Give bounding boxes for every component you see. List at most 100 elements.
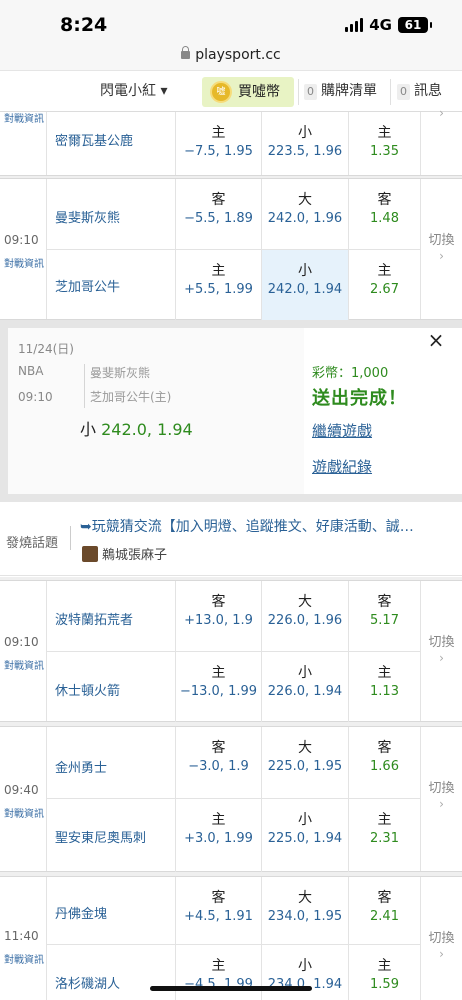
matchup-info-link[interactable]: 對戰資訊: [4, 110, 44, 125]
continue-game-link[interactable]: 繼續遊戲: [312, 420, 372, 441]
nav-divider: [390, 79, 391, 105]
moneyline-cell[interactable]: 主 2.31: [348, 799, 420, 872]
spread-cell[interactable]: 主 −13.0, 1.99: [175, 652, 261, 722]
game-time-col: 11:40 對戰資訊: [0, 877, 47, 1000]
submit-success-message: 送出完成！: [312, 388, 407, 409]
total-cell-selected[interactable]: 小 242.0, 1.94: [261, 250, 348, 320]
moneyline-cell[interactable]: 客 1.66: [348, 727, 420, 798]
switch-button[interactable]: ›: [420, 106, 462, 175]
game-time-col: 09:10 對戰資訊: [0, 581, 47, 721]
game-date: 11/24(日): [18, 342, 74, 356]
hot-topic-label: 發燒話題: [6, 536, 59, 551]
total-cell[interactable]: 小 234.0, 1.94: [261, 945, 348, 1000]
total-cell[interactable]: 小 226.0, 1.94: [261, 652, 348, 722]
team-name: 芝加哥公牛: [55, 280, 121, 295]
divider: [70, 526, 71, 550]
game-time: 09:10: [4, 233, 39, 247]
url-bar[interactable]: playsport.cc: [0, 44, 462, 70]
user-menu[interactable]: 閃電小紅 ▾: [100, 71, 167, 112]
team-name: 休士頓火箭: [55, 684, 121, 699]
message-count-badge: 0: [397, 84, 410, 100]
matchup-info-link[interactable]: 對戰資訊: [4, 657, 44, 672]
home-team-row: 芝加哥公牛 主 +5.5, 1.99 小 242.0, 1.94 主 2.67: [47, 250, 420, 320]
switch-button[interactable]: 切換 ›: [420, 581, 462, 721]
moneyline-cell[interactable]: 主 1.35: [348, 112, 420, 175]
buy-coins-button[interactable]: 噓 買噓幣: [202, 77, 294, 107]
moneyline-cell[interactable]: 客 1.48: [348, 179, 420, 249]
pick-side: 小: [80, 420, 97, 439]
top-nav: 閃電小紅 ▾ 噓 買噓幣 0 購牌清單 0 訊息: [0, 70, 462, 112]
chevron-right-icon: ›: [439, 797, 444, 811]
away-team-row: 丹佛金塊 客 +4.5, 1.91 大 234.0, 1.95 客 2.41: [47, 877, 420, 945]
coin-icon: 噓: [210, 81, 232, 103]
hot-topic-title-link[interactable]: ➥玩競猜交流【加入明燈、追蹤推文、好康活動、誠…: [80, 516, 452, 536]
battery-icon: 61: [398, 17, 432, 33]
signal-icon: [345, 18, 364, 32]
moneyline-cell[interactable]: 主 1.59: [348, 945, 420, 1000]
spread-cell[interactable]: 主 +5.5, 1.99: [175, 250, 261, 320]
moneyline-cell[interactable]: 客 5.17: [348, 581, 420, 651]
home-indicator[interactable]: [150, 986, 312, 991]
away-team-row: 曼斐斯灰熊 客 −5.5, 1.89 大 242.0, 1.96 客 1.48: [47, 179, 420, 250]
team-name: 洛杉磯湖人: [55, 977, 121, 992]
author-name: 鵜城張麻子: [102, 548, 168, 563]
clock: 8:24: [60, 14, 108, 36]
spread-cell[interactable]: 主 −7.5, 1.95: [175, 112, 261, 175]
team-name: 聖安東尼奧馬刺: [55, 831, 147, 846]
home-team-row: 聖安東尼奧馬刺 主 +3.0, 1.99 小 225.0, 1.94 主 2.31: [47, 799, 420, 872]
game-block: 09:10 對戰資訊 曼斐斯灰熊 客 −5.5, 1.89 大 242.0, 1.9…: [0, 178, 462, 320]
moneyline-cell[interactable]: 客 2.41: [348, 877, 420, 944]
spread-cell[interactable]: 客 +13.0, 1.9: [175, 581, 261, 651]
team-row: 密爾瓦基公鹿 主 −7.5, 1.95 小 223.5, 1.96 主 1.35: [47, 112, 420, 175]
messages-label: 訊息: [414, 83, 442, 99]
url-text: playsport.cc: [195, 47, 281, 63]
switch-button[interactable]: 切換 ›: [420, 727, 462, 871]
matchup-info-link[interactable]: 對戰資訊: [4, 951, 44, 966]
spread-cell[interactable]: 客 −5.5, 1.89: [175, 179, 261, 249]
spread-cell[interactable]: 主 −4.5, 1.99: [175, 945, 261, 1000]
game-block: 09:40 對戰資訊 金州勇士 客 −3.0, 1.9 大 225.0, 1.95 …: [0, 726, 462, 872]
total-cell[interactable]: 小 225.0, 1.94: [261, 799, 348, 872]
switch-button[interactable]: 切換 ›: [420, 877, 462, 1000]
total-cell[interactable]: 大 226.0, 1.96: [261, 581, 348, 651]
coin-balance: 彩幣：1,000: [312, 366, 389, 381]
moneyline-cell[interactable]: 主 2.67: [348, 250, 420, 320]
divider: [84, 364, 85, 408]
matchup-info-link[interactable]: 對戰資訊: [4, 805, 44, 820]
team-one: 曼斐斯灰熊: [90, 366, 151, 380]
team-name: 曼斐斯灰熊: [55, 211, 121, 226]
team-name: 波特蘭拓荒者: [55, 613, 134, 628]
spread-cell[interactable]: 客 +4.5, 1.91: [175, 877, 261, 944]
switch-button[interactable]: 切換 ›: [420, 179, 462, 319]
league: NBA: [18, 364, 44, 378]
total-cell[interactable]: 小 223.5, 1.96: [261, 112, 348, 175]
team-name: 密爾瓦基公鹿: [55, 134, 134, 149]
matchup-info-link[interactable]: 對戰資訊: [4, 255, 44, 270]
chevron-right-icon: ›: [439, 651, 444, 665]
avatar: [82, 546, 98, 562]
close-icon[interactable]: ×: [426, 330, 446, 350]
spread-cell[interactable]: 主 +3.0, 1.99: [175, 799, 261, 872]
spread-cell[interactable]: 客 −3.0, 1.9: [175, 727, 261, 798]
game-time: 09:10: [4, 635, 39, 649]
total-cell[interactable]: 大 225.0, 1.95: [261, 727, 348, 798]
moneyline-cell[interactable]: 主 1.13: [348, 652, 420, 722]
total-cell[interactable]: 大 242.0, 1.96: [261, 179, 348, 249]
game-block: 09:10 對戰資訊 波特蘭拓荒者 客 +13.0, 1.9 大 226.0, 1.…: [0, 580, 462, 722]
buy-coins-label: 買噓幣: [238, 84, 280, 100]
game-time-col: 09:40 對戰資訊: [0, 727, 47, 871]
cart-label: 購牌清單: [321, 83, 377, 99]
game-record-link[interactable]: 遊戲紀錄: [312, 456, 372, 477]
network-type: 4G: [369, 16, 392, 34]
bet-confirmation-overlay: 11/24(日) NBA 09:10 曼斐斯灰熊 芝加哥公牛(主) 小 242.…: [0, 320, 462, 502]
total-cell[interactable]: 大 234.0, 1.95: [261, 877, 348, 944]
game-time: 09:10: [18, 390, 53, 404]
team-two: 芝加哥公牛(主): [90, 390, 172, 404]
cart-count-badge: 0: [304, 84, 317, 100]
team-name: 丹佛金塊: [55, 907, 108, 922]
hot-topic-author[interactable]: 鵜城張麻子: [82, 544, 167, 563]
cart-list-link[interactable]: 0 購牌清單: [304, 71, 377, 112]
lock-icon: [181, 46, 191, 59]
chevron-right-icon: ›: [439, 106, 444, 120]
away-team-row: 金州勇士 客 −3.0, 1.9 大 225.0, 1.95 客 1.66: [47, 727, 420, 799]
